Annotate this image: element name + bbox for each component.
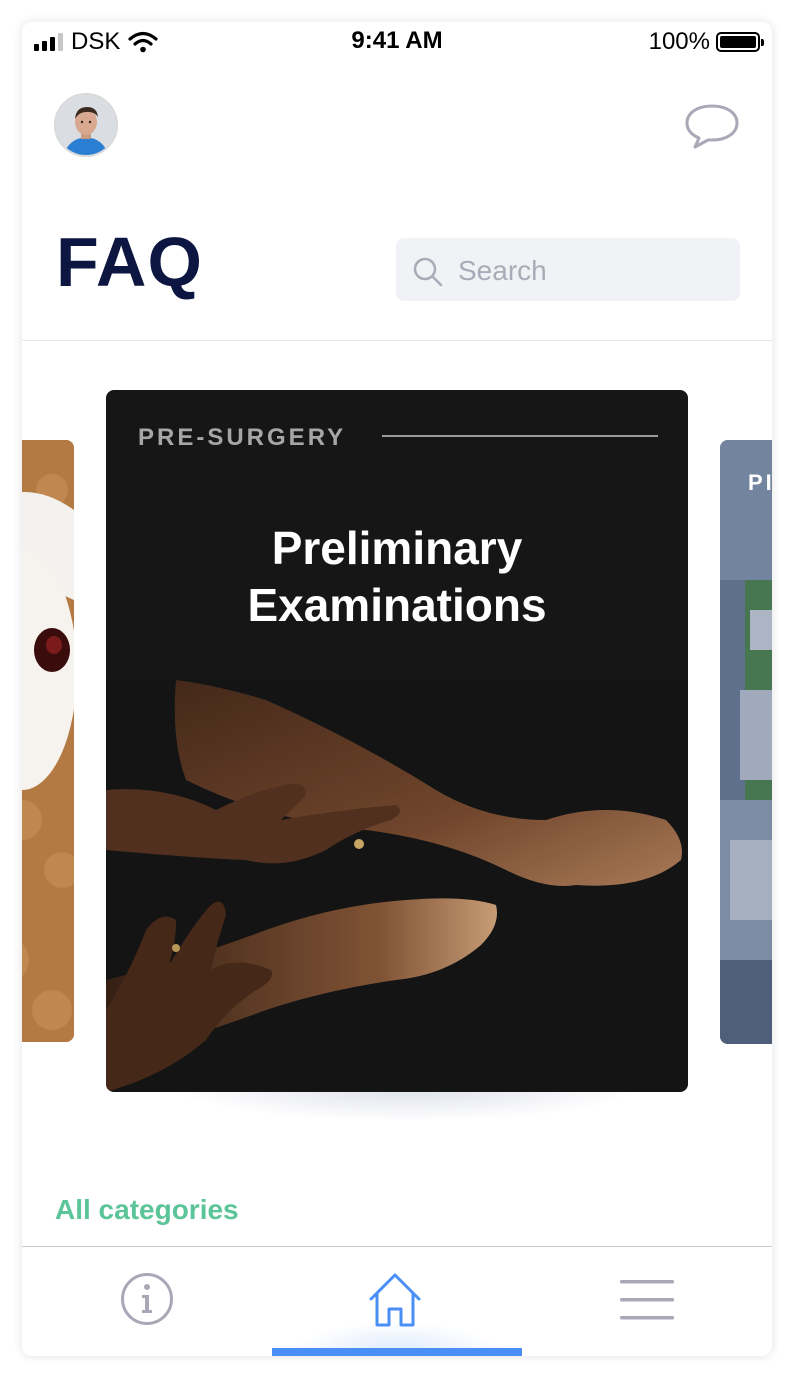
card-right-category: PI: [748, 470, 772, 495]
search-box[interactable]: [396, 238, 740, 303]
card-category: PRE-SURGERY: [138, 424, 347, 451]
tab-bar-divider: [22, 1246, 772, 1247]
header-divider: [22, 340, 772, 341]
search-input[interactable]: [456, 238, 730, 303]
tab-menu[interactable]: [620, 1278, 674, 1327]
all-categories-link[interactable]: All categories: [55, 1194, 239, 1226]
status-right: 100%: [648, 28, 764, 56]
home-icon: [369, 1273, 421, 1327]
page-title: FAQ: [56, 223, 203, 301]
status-bar: DSK 9:41 AM 100%: [22, 22, 772, 62]
tab-home[interactable]: [367, 1272, 423, 1333]
card-title-line2: Examinations: [247, 579, 547, 631]
phone-screen: DSK 9:41 AM 100% FAQ Search PI PRE-SURGE…: [22, 22, 772, 1356]
carousel-card-left[interactable]: [22, 440, 74, 1042]
hands-and-feet-photo: [106, 680, 688, 1092]
carousel-card-main[interactable]: PRE-SURGERY Preliminary Examinations: [106, 390, 688, 1092]
user-avatar[interactable]: [54, 93, 118, 157]
search-icon: [413, 257, 443, 287]
card-title: Preliminary Examinations: [106, 520, 688, 634]
avatar-portrait-icon: [56, 95, 116, 155]
active-tab-indicator: [272, 1348, 522, 1356]
battery-percent: 100%: [648, 28, 710, 55]
card-title-line1: Preliminary: [271, 522, 523, 574]
category-divider: [382, 435, 658, 437]
carousel-card-right[interactable]: PI: [720, 440, 772, 1044]
menu-icon: [620, 1280, 674, 1320]
chat-button[interactable]: [682, 100, 742, 152]
tab-info[interactable]: [120, 1272, 174, 1331]
teddy-bear-photo: [22, 440, 74, 1042]
chat-bubble-icon: [685, 104, 739, 149]
operating-room-photo: [720, 440, 772, 1044]
info-icon: [121, 1273, 173, 1325]
battery-icon: [716, 32, 764, 52]
